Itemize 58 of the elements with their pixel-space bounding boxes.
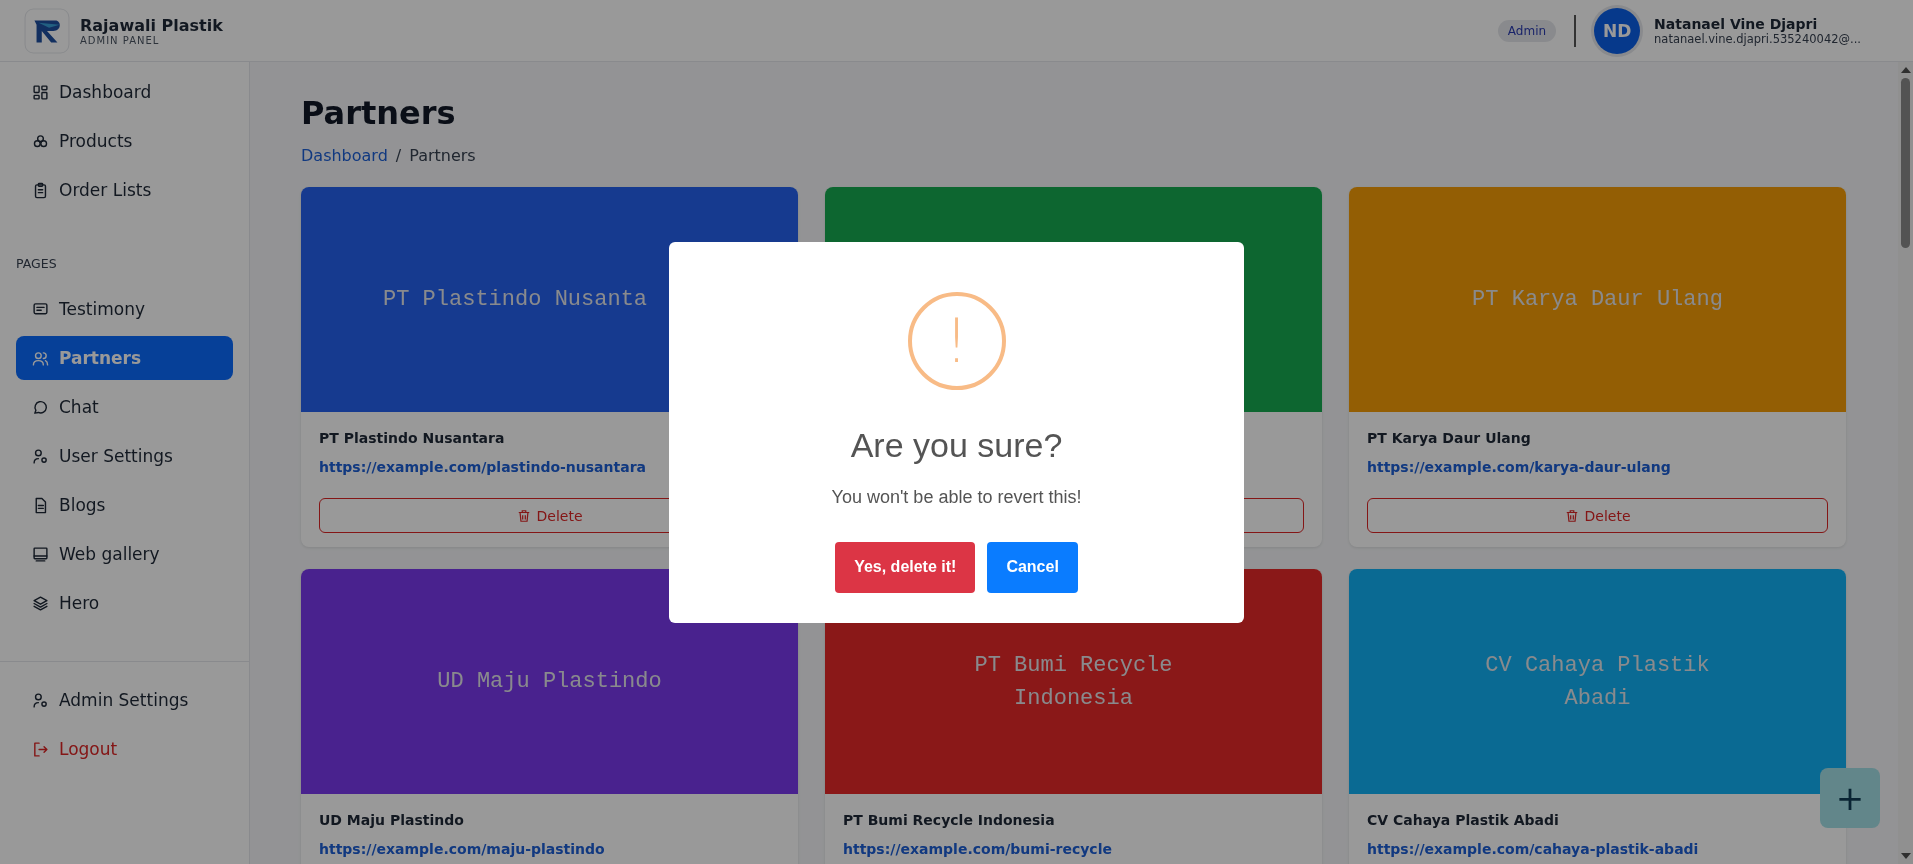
partner-link[interactable]: https://example.com/bumi-recycle [843, 841, 1304, 858]
delete-button[interactable]: Delete [1367, 498, 1828, 533]
sidebar-item[interactable]: Web gallery [16, 532, 233, 576]
sidebar-item[interactable]: Testimony [16, 287, 233, 331]
user-email: natanael.vine.djapri.535240042@... [1654, 31, 1861, 46]
confirm-button[interactable]: Yes, delete it! [835, 541, 976, 593]
breadcrumb-separator: / [395, 146, 402, 165]
bird-logo-icon [24, 7, 70, 54]
warning-icon: ! [907, 291, 1006, 390]
user-gear-icon [32, 447, 49, 465]
sidebar-item[interactable]: Blogs [16, 483, 233, 527]
monitor-icon [32, 545, 49, 563]
sidebar-item[interactable]: Order Lists [16, 168, 233, 212]
page-title: Partners [301, 94, 457, 132]
partner-name: UD Maju Plastindo [319, 812, 465, 829]
chat-bubble-icon [32, 398, 49, 416]
dialog-title: Are you sure? [850, 425, 1063, 465]
scrollbar[interactable] [1898, 62, 1913, 864]
partner-link[interactable]: https://example.com/cahaya-plastik-abadi [1367, 841, 1828, 858]
partner-name: PT Karya Daur Ulang [1367, 430, 1532, 447]
sidebar-item[interactable]: Admin Settings [16, 678, 233, 722]
partner-link[interactable]: https://example.com/maju-plastindo [319, 841, 780, 858]
trash-icon [516, 508, 531, 523]
partner-name: CV Cahaya Plastik Abadi [1367, 812, 1560, 829]
dialog-message: You won't be able to revert this! [831, 486, 1082, 508]
banner-text: PT Plastindo Nusanta [383, 286, 648, 314]
banner-text: CV Cahaya Plastik Abadi [1484, 651, 1711, 713]
breadcrumb-current: Partners [409, 146, 476, 165]
users-icon [32, 349, 49, 367]
sidebar-item[interactable]: Logout [16, 727, 233, 771]
breadcrumb-link[interactable]: Dashboard [301, 146, 388, 165]
grid-icon [32, 83, 49, 101]
brand-subtitle: ADMIN PANEL [80, 34, 161, 46]
user-gear-icon [32, 691, 49, 709]
user-avatar[interactable]: ND [1594, 7, 1641, 54]
sidebar-item[interactable]: Chat [16, 385, 233, 429]
sidebar-item[interactable]: Products [16, 119, 233, 163]
logout-icon [32, 740, 49, 758]
banner-text: UD Maju Plastindo [437, 668, 662, 696]
cancel-button[interactable]: Cancel [987, 541, 1078, 593]
layers-icon [32, 594, 49, 612]
sidebar-item[interactable]: Dashboard [16, 70, 233, 114]
partner-name: PT Bumi Recycle Indonesia [843, 812, 1056, 829]
sidebar-item[interactable]: Partners [16, 336, 233, 380]
partner-link[interactable]: https://example.com/karya-daur-ulang [1367, 459, 1828, 476]
section-title: PAGES [16, 256, 58, 271]
user-name: Natanael Vine Djapri [1654, 15, 1819, 32]
banner-text: PT Karya Daur Ulang [1472, 286, 1723, 314]
sidebar-item[interactable]: Hero [16, 581, 233, 625]
clipboard-icon [32, 181, 49, 199]
partner-name: PT Plastindo Nusantara [319, 430, 506, 447]
trash-icon [1564, 508, 1579, 523]
banner-text: PT Bumi Recycle Indonesia [973, 651, 1174, 713]
role-badge: Admin [1497, 19, 1557, 42]
cubes-icon [32, 132, 49, 150]
add-button[interactable]: + [1820, 768, 1880, 828]
brand-name: Rajawali Plastik [80, 15, 223, 35]
sidebar-item[interactable]: User Settings [16, 434, 233, 478]
